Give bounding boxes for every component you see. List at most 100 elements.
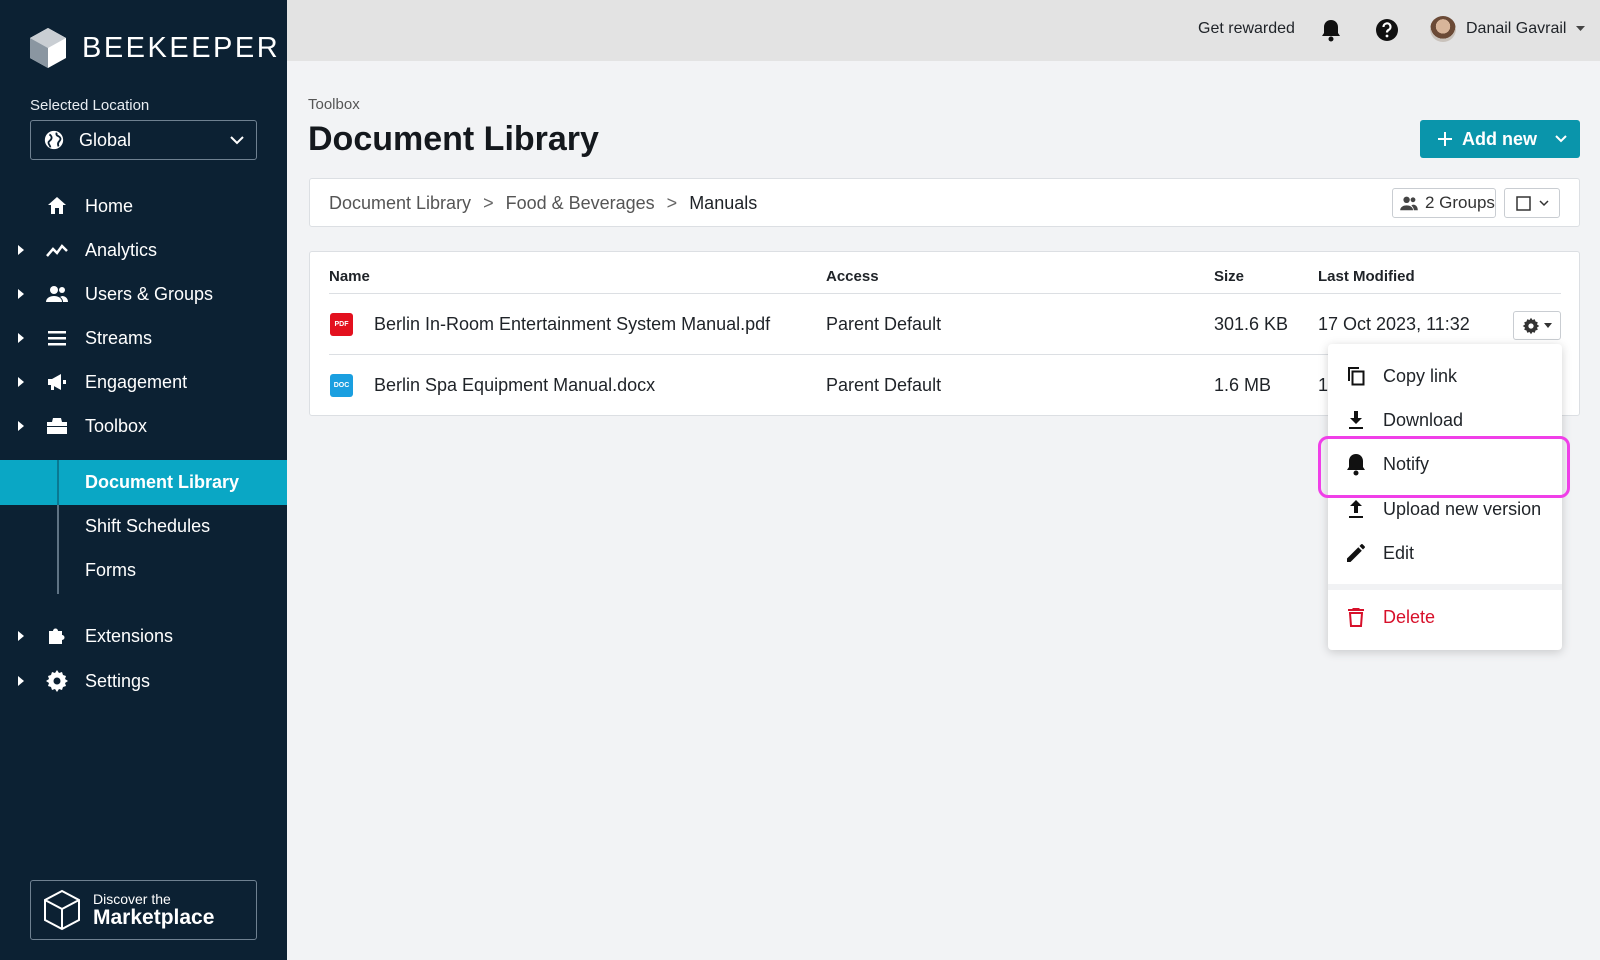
help-icon[interactable] — [1375, 18, 1399, 42]
analytics-icon — [46, 244, 68, 257]
user-menu[interactable]: Danail Gavrail — [1430, 16, 1586, 42]
nav-label-forms: Forms — [85, 560, 136, 580]
copy-icon — [1348, 367, 1365, 386]
file-access: Parent Default — [826, 314, 942, 334]
row-actions-button[interactable] — [1513, 311, 1561, 340]
notifications-bell-icon[interactable] — [1320, 18, 1342, 42]
column-header-name[interactable]: Name — [329, 268, 370, 285]
nav-label-analytics: Analytics — [85, 239, 158, 260]
nav-label-home: Home — [85, 195, 134, 216]
puzzle-icon — [49, 628, 65, 644]
caret-right-icon — [18, 289, 24, 299]
menu-item-download[interactable]: Download — [1328, 398, 1562, 442]
beekeeper-logo-icon — [30, 28, 66, 68]
menu-label-upload-new-version: Upload new version — [1383, 498, 1542, 519]
groups-count: 2 Groups — [1425, 193, 1495, 212]
nav-label-toolbox: Toolbox — [85, 415, 148, 436]
nav-label-extensions: Extensions — [85, 625, 174, 646]
nav-label-engagement: Engagement — [85, 371, 188, 392]
breadcrumb-separator: > — [483, 193, 494, 213]
get-rewarded-link[interactable]: Get rewarded — [1198, 20, 1295, 38]
file-name[interactable]: Berlin Spa Equipment Manual.docx — [374, 375, 655, 396]
column-header-last-modified[interactable]: Last Modified — [1318, 268, 1415, 285]
nav-item-toolbox[interactable]: Toolbox — [0, 404, 287, 448]
caret-right-icon — [18, 676, 24, 686]
column-header-size[interactable]: Size — [1214, 268, 1244, 285]
caret-right-icon — [18, 377, 24, 387]
caret-right-icon — [18, 245, 24, 255]
file-name[interactable]: Berlin In-Room Entertainment System Manu… — [374, 314, 770, 335]
nav-item-settings[interactable]: Settings — [0, 659, 287, 703]
home-icon — [48, 197, 66, 214]
checkbox-icon — [1515, 195, 1531, 211]
nav-label-settings: Settings — [85, 670, 151, 691]
nav-label-shift-schedules: Shift Schedules — [85, 516, 211, 536]
menu-item-notify[interactable]: Notify — [1328, 442, 1562, 486]
file-size: 1.6 MB — [1214, 375, 1272, 395]
nav-item-shift-schedules[interactable]: Shift Schedules — [0, 504, 287, 549]
brand-name: BEEKEEPER — [82, 31, 281, 64]
breadcrumb: Document Library > Food & Beverages > Ma… — [309, 178, 1580, 227]
file-modified: 1 — [1318, 375, 1329, 395]
nav-item-engagement[interactable]: Engagement — [0, 360, 287, 404]
megaphone-icon — [48, 374, 66, 390]
column-header-access[interactable]: Access — [826, 268, 879, 285]
nav-label-streams: Streams — [85, 327, 153, 348]
menu-item-edit[interactable]: Edit — [1328, 531, 1562, 575]
nav-label-document-library: Document Library — [85, 472, 240, 492]
nav-label-users-groups: Users & Groups — [85, 283, 214, 304]
avatar — [1430, 16, 1456, 42]
nav-item-extensions[interactable]: Extensions — [0, 614, 287, 658]
chevron-down-icon — [230, 136, 244, 145]
marketplace-line1: Discover the — [93, 890, 171, 907]
menu-label-notify: Notify — [1383, 453, 1430, 474]
marketplace-line2: Marketplace — [93, 905, 215, 929]
nav-item-home[interactable]: Home — [0, 184, 287, 228]
breadcrumb-manuals: Manuals — [689, 193, 758, 213]
pencil-icon — [1347, 544, 1365, 562]
caret-right-icon — [18, 631, 24, 641]
add-new-button[interactable]: Add new — [1420, 120, 1580, 158]
trash-icon — [1348, 608, 1364, 627]
caret-right-icon — [18, 333, 24, 343]
file-size: 301.6 KB — [1214, 314, 1289, 334]
globe-icon — [44, 130, 64, 150]
users-icon — [1400, 196, 1418, 211]
breadcrumb-food-beverages[interactable]: Food & Beverages — [506, 193, 655, 214]
page-title: Document Library — [308, 120, 599, 158]
breadcrumb-trail: Document Library > Food & Beverages > Ma… — [329, 193, 757, 214]
nav-item-analytics[interactable]: Analytics — [0, 228, 287, 272]
add-new-label: Add new — [1462, 128, 1537, 149]
caret-right-icon — [18, 421, 24, 431]
menu-item-delete[interactable]: Delete — [1328, 595, 1562, 639]
menu-label-copy-link: Copy link — [1383, 365, 1458, 386]
breadcrumb-separator: > — [666, 193, 678, 213]
menu-divider — [1328, 584, 1562, 590]
menu-label-delete: Delete — [1383, 606, 1436, 627]
bell-icon — [1347, 454, 1365, 476]
file-modified: 17 Oct 2023, 11:32 — [1318, 314, 1470, 334]
nav-item-document-library[interactable]: Document Library — [0, 460, 287, 505]
menu-item-upload-new-version[interactable]: Upload new version — [1328, 487, 1562, 531]
breadcrumb-document-library[interactable]: Document Library — [329, 193, 471, 214]
nav-item-forms[interactable]: Forms — [0, 548, 287, 593]
top-bar: Get rewarded Danail Gavrail — [287, 0, 1600, 61]
select-all-dropdown[interactable] — [1504, 188, 1560, 218]
location-value: Global — [79, 129, 132, 150]
parent-section-label[interactable]: Toolbox — [308, 96, 360, 113]
nav-item-users-groups[interactable]: Users & Groups — [0, 272, 287, 316]
menu-item-copy-link[interactable]: Copy link — [1328, 354, 1562, 398]
nav-item-streams[interactable]: Streams — [0, 316, 287, 360]
location-label: Selected Location — [30, 97, 150, 114]
chevron-down-icon — [1555, 135, 1567, 143]
gear-icon — [46, 670, 68, 692]
beekeeper-logo[interactable]: BEEKEEPER — [30, 28, 280, 68]
cube-icon — [44, 889, 80, 931]
row-actions-menu: Copy link Download Notify Upload new ver… — [1328, 344, 1562, 650]
location-select[interactable]: Global — [30, 120, 257, 160]
marketplace-button[interactable]: Discover the Marketplace — [30, 880, 257, 940]
plus-icon — [1438, 132, 1452, 146]
download-icon — [1349, 411, 1363, 429]
groups-button[interactable]: 2 Groups — [1392, 188, 1496, 218]
upload-icon — [1349, 500, 1363, 518]
